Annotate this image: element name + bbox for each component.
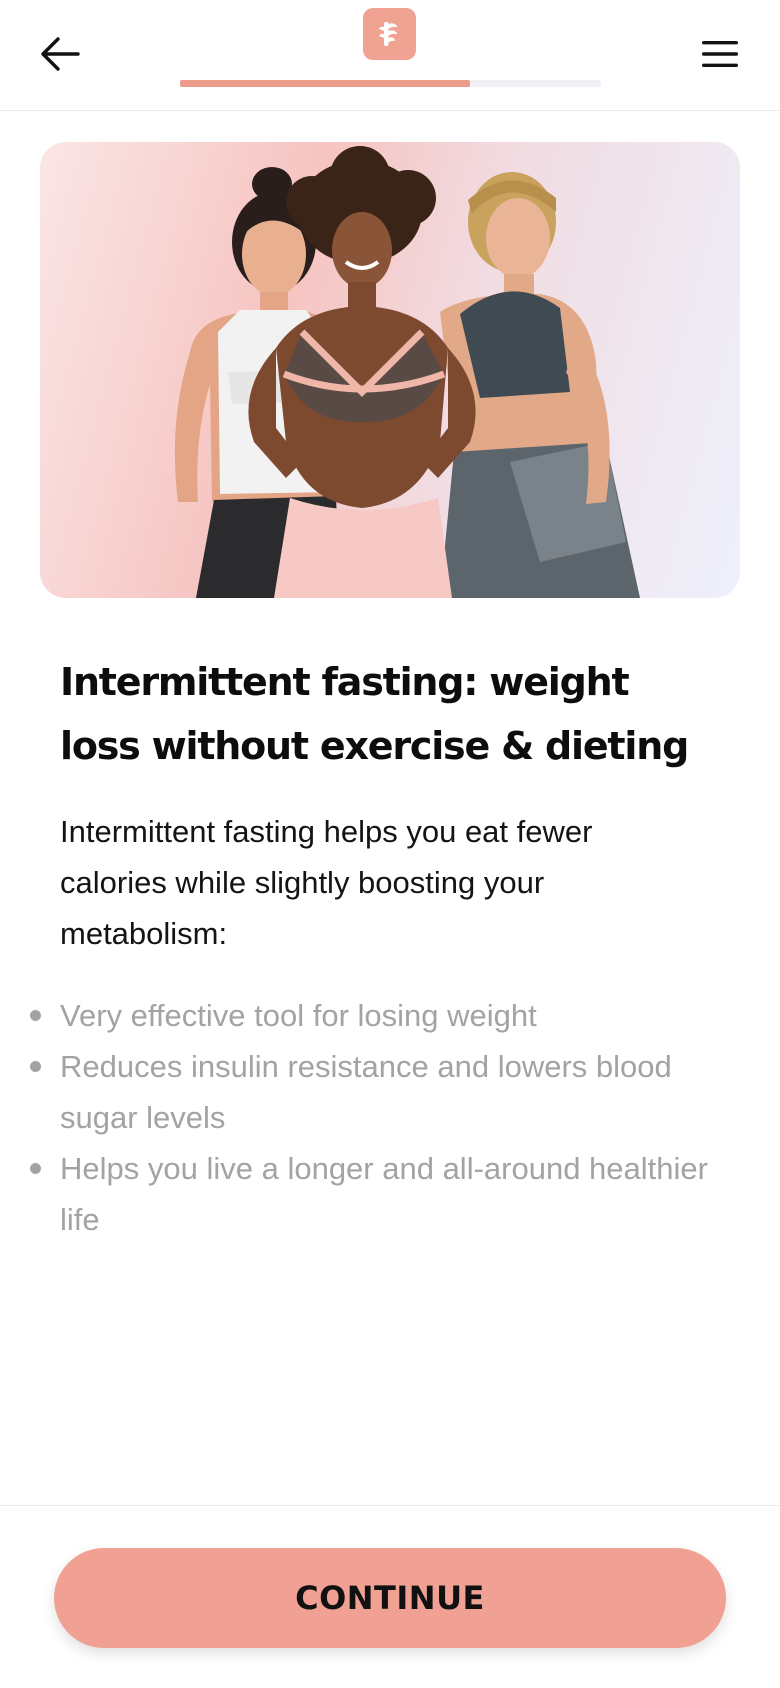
arrow-left-icon — [41, 37, 80, 71]
top-bar — [0, 0, 780, 111]
app-logo-icon — [363, 8, 416, 60]
onboarding-screen: Intermittent fasting: weight loss withou… — [0, 0, 780, 1688]
list-item: Helps you live a longer and all-around h… — [30, 1143, 720, 1245]
menu-button[interactable] — [694, 28, 746, 80]
footer-divider — [0, 1505, 780, 1506]
women-illustration — [174, 146, 640, 598]
list-item: Reduces insulin resistance and lowers bl… — [30, 1041, 720, 1143]
page-title: Intermittent fasting: weight loss withou… — [60, 660, 689, 768]
hero-illustration — [40, 142, 740, 598]
back-button[interactable] — [34, 28, 86, 80]
hamburger-menu-icon — [702, 41, 738, 67]
benefits-list: Very effective tool for losing weight Re… — [30, 990, 720, 1245]
progress-bar — [180, 80, 601, 87]
intro-text: Intermittent fasting helps you eat fewer… — [60, 814, 593, 951]
list-item: Very effective tool for losing weight — [30, 990, 720, 1041]
continue-button[interactable]: CONTINUE — [54, 1548, 726, 1648]
progress-bar-fill — [180, 80, 471, 87]
